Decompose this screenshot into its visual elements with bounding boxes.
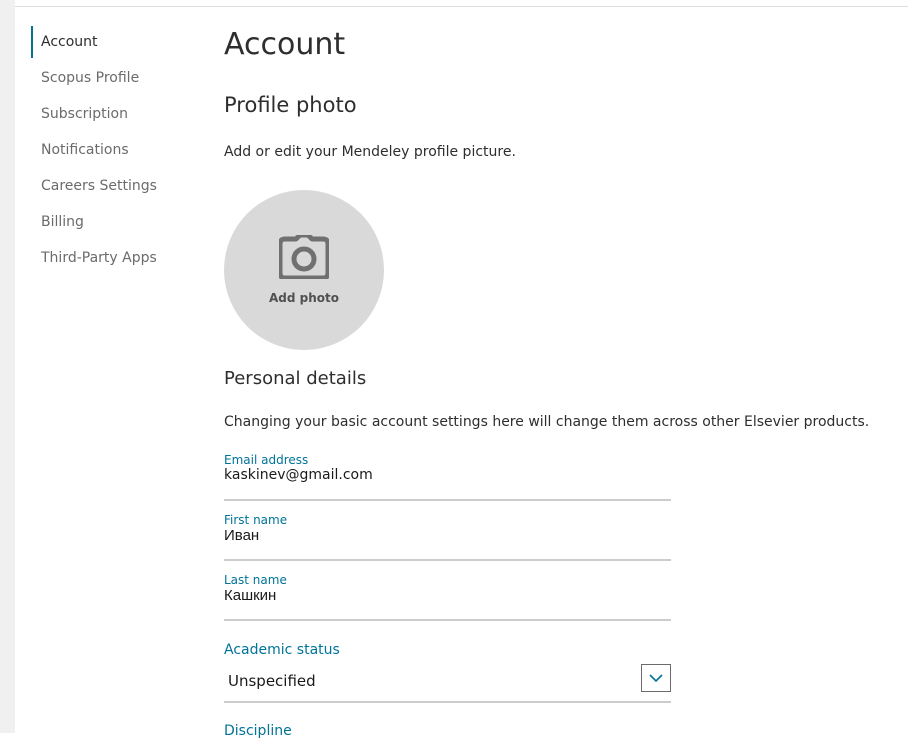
first-name-input[interactable] [224,527,671,544]
left-edge-strip [0,0,15,733]
chevron-down-icon [649,674,663,683]
sidebar-item-billing[interactable]: Billing [31,206,201,238]
academic-status-label: Academic status [224,642,340,658]
sidebar-item-notifications[interactable]: Notifications [31,134,201,166]
academic-status-select[interactable]: Unspecified [224,663,671,703]
email-field: Email address [224,453,671,501]
email-input[interactable] [224,467,671,483]
first-name-field: First name [224,513,671,561]
camera-icon [279,235,329,279]
settings-sidebar: Account Scopus Profile Subscription Noti… [31,26,201,278]
first-name-label: First name [224,513,288,527]
add-photo-label: Add photo [268,291,339,305]
sidebar-item-third-party-apps[interactable]: Third-Party Apps [31,242,201,274]
profile-photo-heading: Profile photo [224,93,357,117]
last-name-input[interactable] [224,587,671,604]
top-divider [15,6,908,7]
last-name-field: Last name [224,573,671,621]
last-name-label: Last name [224,573,287,587]
sidebar-item-subscription[interactable]: Subscription [31,98,201,130]
page-title: Account [224,27,346,62]
email-label: Email address [224,453,309,467]
academic-status-value: Unspecified [228,672,316,690]
sidebar-item-scopus-profile[interactable]: Scopus Profile [31,62,201,94]
add-photo-button[interactable]: Add photo [224,190,384,350]
dropdown-toggle[interactable] [641,664,671,692]
discipline-label: Discipline [224,723,292,739]
personal-details-description: Changing your basic account settings her… [224,414,870,430]
sidebar-item-account[interactable]: Account [31,26,201,58]
profile-photo-description: Add or edit your Mendeley profile pictur… [224,144,516,160]
sidebar-item-careers-settings[interactable]: Careers Settings [31,170,201,202]
personal-details-heading: Personal details [224,368,367,389]
